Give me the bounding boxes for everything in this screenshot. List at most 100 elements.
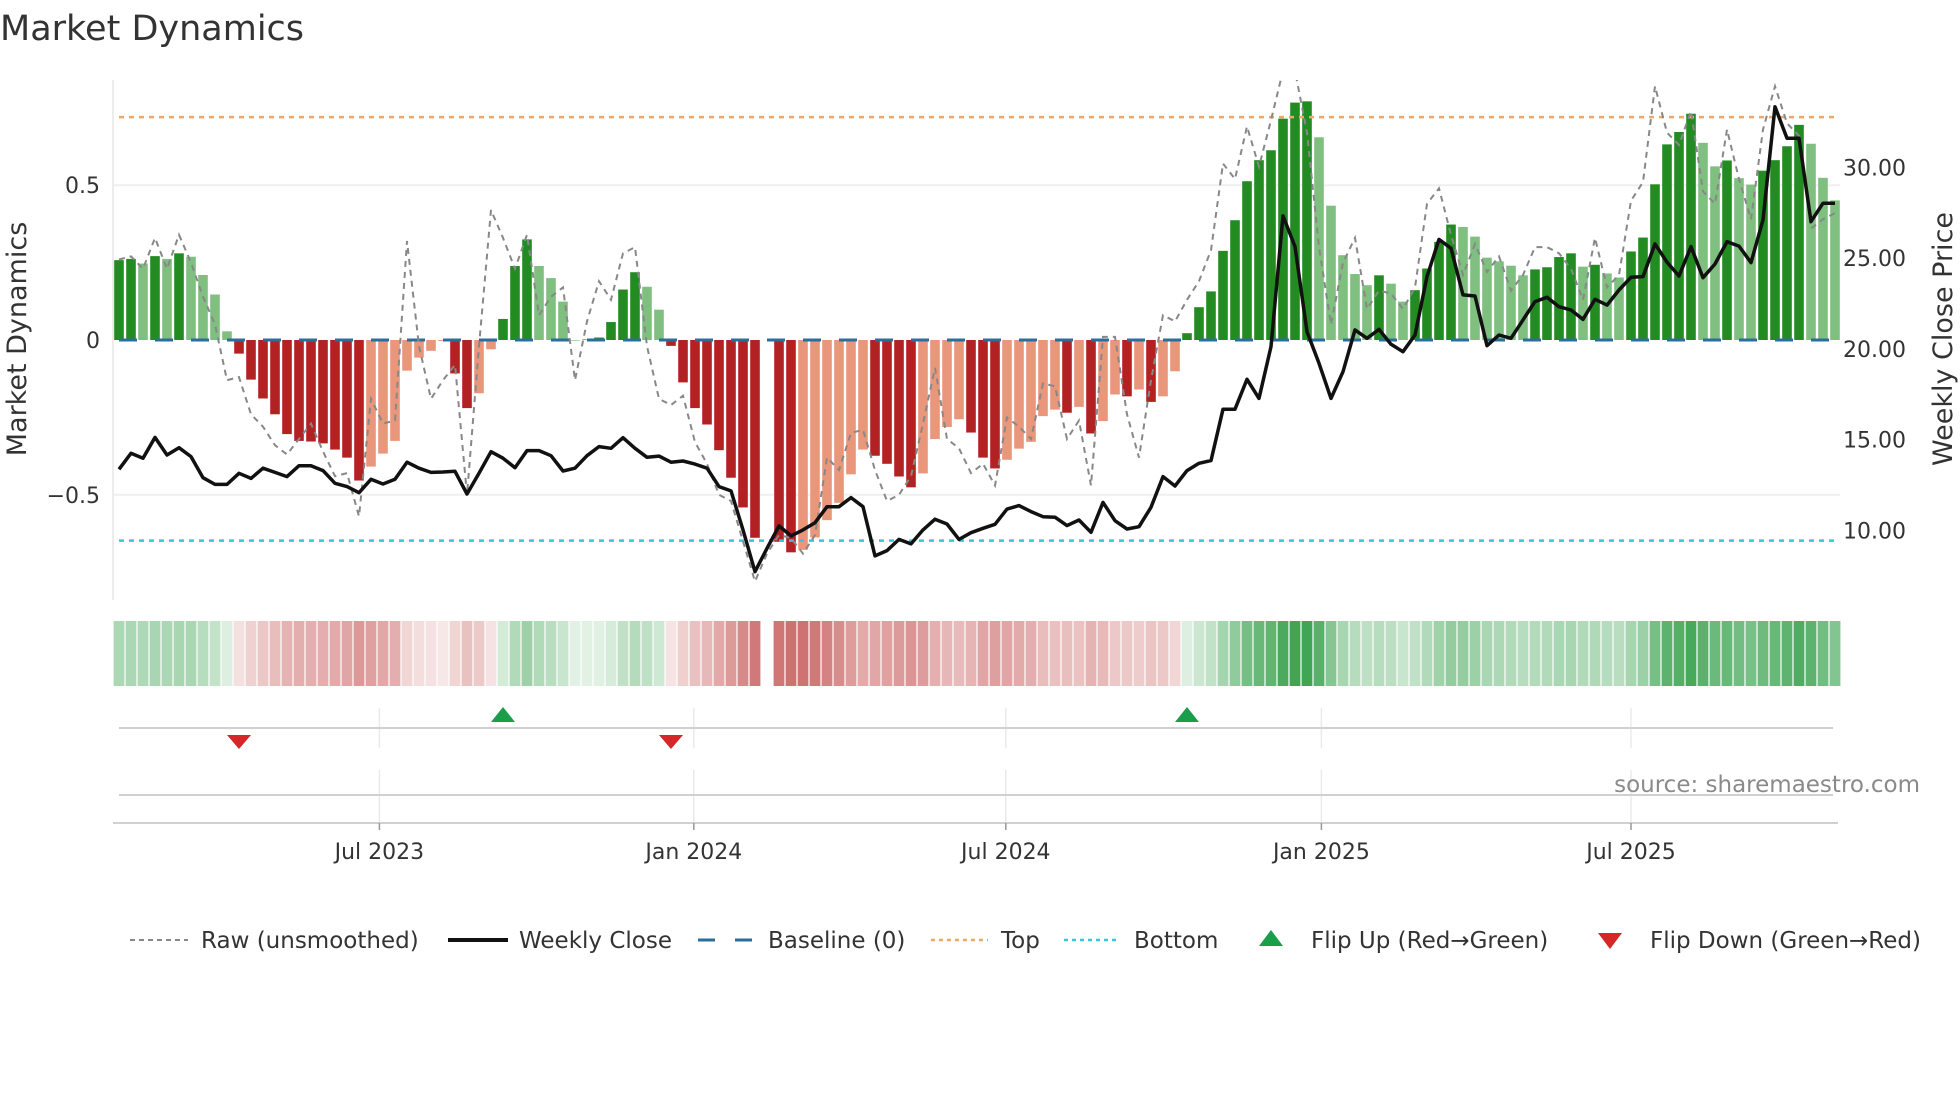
- momentum-bar: [1806, 143, 1816, 340]
- momentum-bar: [1770, 160, 1780, 340]
- heat-strip-cell: [1169, 621, 1181, 686]
- momentum-bar: [510, 266, 520, 340]
- heat-strip-cell: [401, 621, 413, 686]
- heat-strip-cell: [1505, 621, 1517, 686]
- momentum-bar: [606, 322, 616, 340]
- heat-strip-cell: [1745, 621, 1757, 686]
- heat-strip-cell: [941, 621, 953, 686]
- momentum-bar: [1338, 255, 1348, 340]
- heat-strip-cell: [1493, 621, 1505, 686]
- heat-strip-cell: [1661, 621, 1673, 686]
- momentum-bar: [342, 340, 352, 458]
- momentum-bar: [150, 256, 160, 340]
- momentum-bar: [978, 340, 988, 458]
- legend-bottom-label: Bottom: [1134, 928, 1218, 954]
- heat-strip-cell: [485, 621, 497, 686]
- momentum-bar: [990, 340, 1000, 469]
- heat-strip-cell: [1181, 621, 1193, 686]
- momentum-bar: [1638, 237, 1648, 340]
- heat-strip-cell: [389, 621, 401, 686]
- heat-strip-cell: [1289, 621, 1301, 686]
- momentum-bar: [1506, 265, 1516, 340]
- reference-lines: [119, 115, 1835, 542]
- heat-strip-cell: [569, 621, 581, 686]
- heat-strip-cell: [1697, 621, 1709, 686]
- momentum-bar: [258, 340, 268, 399]
- heat-strip-cell: [329, 621, 341, 686]
- legend-flip-up-icon: [1259, 930, 1283, 946]
- momentum-bar: [294, 340, 304, 441]
- momentum-bar: [426, 340, 436, 351]
- y-tick-label: −0.5: [47, 484, 100, 509]
- heat-strip-cell: [245, 621, 257, 686]
- heat-strip-cell: [1025, 621, 1037, 686]
- heat-strip-cell: [161, 621, 173, 686]
- momentum-bar: [546, 278, 556, 340]
- heat-strip-cell: [833, 621, 845, 686]
- momentum-bar: [1170, 340, 1180, 372]
- momentum-bar: [966, 340, 976, 433]
- momentum-bar: [174, 253, 184, 340]
- y2-tick-label: 25.00: [1843, 247, 1906, 272]
- momentum-bar: [1242, 181, 1252, 340]
- legend-close-label: Weekly Close: [519, 928, 672, 954]
- momentum-bar: [1182, 333, 1192, 340]
- heat-strip-cell: [869, 621, 881, 686]
- flip-down-marker: [227, 735, 251, 749]
- heat-strip-cell: [713, 621, 725, 686]
- momentum-bar: [1734, 178, 1744, 340]
- momentum-bar: [234, 340, 244, 354]
- chart-title: Market Dynamics: [0, 9, 304, 49]
- heat-strip-cell: [1229, 621, 1241, 686]
- heat-strip-cell: [1613, 621, 1625, 686]
- heat-strip-cell: [1193, 621, 1205, 686]
- momentum-bar: [1542, 267, 1552, 340]
- heat-strip-cell: [1565, 621, 1577, 686]
- heat-strip-cell: [497, 621, 509, 686]
- heat-strip-cell: [641, 621, 653, 686]
- heat-strip-cell: [1217, 621, 1229, 686]
- heat-strip-cell: [1445, 621, 1457, 686]
- heat-strip-cell: [1133, 621, 1145, 686]
- heat-strip-cell: [857, 621, 869, 686]
- momentum-bar: [1782, 146, 1792, 340]
- heat-strip-cell: [1205, 621, 1217, 686]
- momentum-bars: [114, 101, 1840, 553]
- y2-ticks: 30.00 25.00 20.00 15.00 10.00: [1843, 156, 1906, 544]
- heat-strip-cell: [917, 621, 929, 686]
- heat-strip-cell: [989, 621, 1001, 686]
- momentum-bar: [1110, 340, 1120, 395]
- momentum-bar: [1710, 166, 1720, 340]
- momentum-bar: [306, 340, 316, 442]
- heat-strip-cell: [1277, 621, 1289, 686]
- heat-strip-cell: [545, 621, 557, 686]
- heat-strip-cell: [461, 621, 473, 686]
- heat-strip-cell: [725, 621, 737, 686]
- y2-tick-label: 10.00: [1843, 519, 1906, 544]
- momentum-bar: [138, 263, 148, 340]
- heat-strip-cell: [1517, 621, 1529, 686]
- raw-unsmoothed-line: [118, 80, 1836, 585]
- heat-strip-cell: [1253, 621, 1265, 686]
- heat-strip-cell: [1469, 621, 1481, 686]
- heat-strip-cell: [281, 621, 293, 686]
- momentum-bar: [738, 340, 748, 508]
- heat-strip-cell: [881, 621, 893, 686]
- heat-strip-cell: [1085, 621, 1097, 686]
- heat-strip-cell: [593, 621, 605, 686]
- heat-strip-cell: [1145, 621, 1157, 686]
- y2-tick-label: 20.00: [1843, 338, 1906, 363]
- heat-strip-cell: [1037, 621, 1049, 686]
- momentum-bar: [630, 272, 640, 340]
- momentum-bar: [870, 340, 880, 456]
- heat-strip-cell: [1361, 621, 1373, 686]
- legend-raw-label: Raw (unsmoothed): [201, 928, 419, 954]
- heat-strip-cell: [1757, 621, 1769, 686]
- heat-strip-cell: [1409, 621, 1421, 686]
- heat-strip-cell: [1121, 621, 1133, 686]
- heat-strip-cell: [1157, 621, 1169, 686]
- heat-strip-cell: [749, 621, 761, 686]
- momentum-bar: [798, 340, 808, 550]
- heat-strip-cell: [1577, 621, 1589, 686]
- heat-strip-cell: [149, 621, 161, 686]
